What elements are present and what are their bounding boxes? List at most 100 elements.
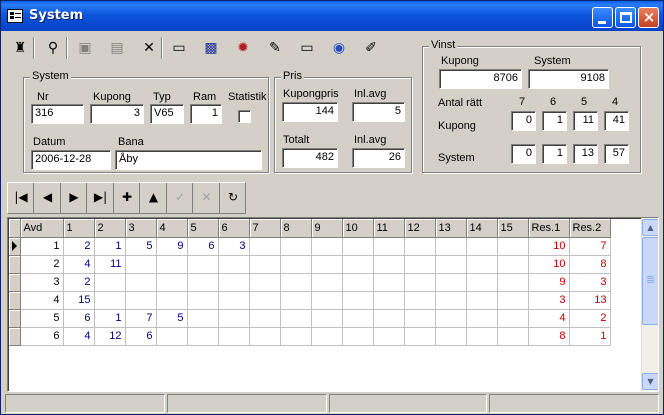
grid-cell[interactable] [94, 291, 126, 310]
grid-cell[interactable]: 6 [20, 327, 64, 346]
grid-cell[interactable]: 2 [20, 255, 64, 274]
row-indicator[interactable] [9, 255, 21, 274]
grid-cell[interactable] [342, 237, 374, 256]
grid-cell[interactable]: 7 [125, 309, 157, 328]
system-7-field[interactable]: 0 [511, 144, 536, 164]
grid-cell[interactable]: 8 [528, 327, 570, 346]
table-row[interactable]: 4 15 3 13 [9, 291, 611, 310]
column-header[interactable]: Res.2 [569, 219, 611, 238]
kupong-7-field[interactable]: 0 [511, 111, 536, 131]
grid-cell[interactable]: 10 [528, 255, 570, 274]
grid-cell[interactable]: 10 [528, 237, 570, 256]
grid-cell[interactable] [466, 327, 498, 346]
grid-cell[interactable] [249, 273, 281, 292]
grid-cell[interactable] [311, 255, 343, 274]
column-header[interactable]: 5 [187, 219, 219, 238]
system-5-field[interactable]: 13 [573, 144, 598, 164]
column-header[interactable]: Res.1 [528, 219, 570, 238]
row-indicator[interactable] [9, 309, 21, 328]
grid-cell[interactable]: 12 [94, 327, 126, 346]
grid-cell[interactable] [125, 291, 157, 310]
grid-cell[interactable]: 3 [20, 273, 64, 292]
grid-cell[interactable] [373, 291, 405, 310]
grid-cell[interactable] [218, 255, 250, 274]
column-header[interactable]: 10 [342, 219, 374, 238]
scroll-down-button[interactable]: ▼ [642, 373, 658, 390]
row-indicator[interactable] [9, 291, 21, 310]
pen-button[interactable]: ✎ [261, 34, 288, 61]
column-header[interactable]: 7 [249, 219, 281, 238]
grid-cell[interactable] [311, 237, 343, 256]
open-folder-button[interactable]: ▭ [165, 34, 192, 61]
table-row[interactable]: 2 4 11 10 8 [9, 255, 611, 274]
column-header[interactable]: 12 [404, 219, 436, 238]
grid-cell[interactable] [435, 237, 467, 256]
grid-cell[interactable]: 7 [569, 237, 611, 256]
inl-avg-field-1[interactable]: 5 [352, 102, 405, 122]
grid-cell[interactable] [342, 291, 374, 310]
grid-cell[interactable] [187, 273, 219, 292]
vinst-kupong-field[interactable]: 8706 [439, 69, 522, 89]
grid-cell[interactable]: 1 [94, 309, 126, 328]
grid-cell[interactable] [466, 237, 498, 256]
grid-cell[interactable]: 11 [94, 255, 126, 274]
row-indicator[interactable] [9, 327, 21, 346]
grid-cell[interactable] [218, 309, 250, 328]
column-header[interactable]: 1 [63, 219, 95, 238]
grid-cell[interactable] [466, 309, 498, 328]
grid-cell[interactable]: 5 [125, 237, 157, 256]
column-header[interactable]: 14 [466, 219, 498, 238]
grid-cell[interactable] [187, 327, 219, 346]
grid-cell[interactable] [280, 291, 312, 310]
kupongpris-field[interactable]: 144 [282, 102, 338, 122]
title-bar[interactable]: System × [1, 1, 663, 31]
grid-cell[interactable]: 9 [156, 237, 188, 256]
grid-cell[interactable]: 4 [20, 291, 64, 310]
grid-cell[interactable] [311, 273, 343, 292]
grid-cell[interactable] [497, 327, 529, 346]
grid-cell[interactable] [311, 291, 343, 310]
grid-cell[interactable]: 2 [63, 273, 95, 292]
grid-cell[interactable]: 13 [569, 291, 611, 310]
delete-record-button[interactable]: ▲ [141, 183, 167, 213]
grid-cell[interactable]: 4 [63, 327, 95, 346]
grid-cell[interactable] [435, 291, 467, 310]
grid-cell[interactable]: 1 [569, 327, 611, 346]
grid-cell[interactable]: 1 [20, 237, 64, 256]
vertical-scrollbar[interactable]: ▲ ▼ [641, 218, 658, 391]
gear-button[interactable]: ✹ [229, 34, 256, 61]
app-icon[interactable] [7, 9, 23, 23]
next-record-button[interactable]: ▶ [61, 183, 87, 213]
save-button[interactable]: ▣ [71, 34, 98, 61]
grid-cell[interactable] [404, 273, 436, 292]
totalt-field[interactable]: 482 [282, 148, 338, 168]
insert-record-button[interactable]: ✚ [114, 183, 140, 213]
grid-cell[interactable] [466, 255, 498, 274]
grid-cell[interactable] [435, 327, 467, 346]
grid-cell[interactable]: 3 [569, 273, 611, 292]
kupong-6-field[interactable]: 1 [542, 111, 567, 131]
grid-cell[interactable]: 6 [63, 309, 95, 328]
scroll-up-button[interactable]: ▲ [642, 219, 658, 236]
grid-cell[interactable] [311, 327, 343, 346]
last-record-button[interactable]: ▶| [88, 183, 114, 213]
grid-cell[interactable] [404, 255, 436, 274]
typ-field[interactable]: V65 [150, 104, 184, 124]
kupong-5-field[interactable]: 11 [573, 111, 598, 131]
grid-cell[interactable] [466, 291, 498, 310]
prior-record-button[interactable]: ◀ [35, 183, 61, 213]
grid-cell[interactable] [280, 237, 312, 256]
grid-cell[interactable] [342, 327, 374, 346]
grid-cell[interactable] [125, 255, 157, 274]
grid-cell[interactable] [497, 237, 529, 256]
current-row-indicator-icon[interactable] [9, 237, 21, 256]
cancel-record-button[interactable]: ✕ [194, 183, 220, 213]
row-indicator[interactable] [9, 273, 21, 292]
kupong-field[interactable]: 3 [90, 104, 144, 124]
grid-cell[interactable]: 5 [156, 309, 188, 328]
grid-cell[interactable] [280, 273, 312, 292]
table-row[interactable]: 6 4 12 6 8 1 [9, 327, 611, 346]
grid-cell[interactable] [218, 273, 250, 292]
grid-cell[interactable] [404, 327, 436, 346]
grid-cell[interactable] [125, 273, 157, 292]
